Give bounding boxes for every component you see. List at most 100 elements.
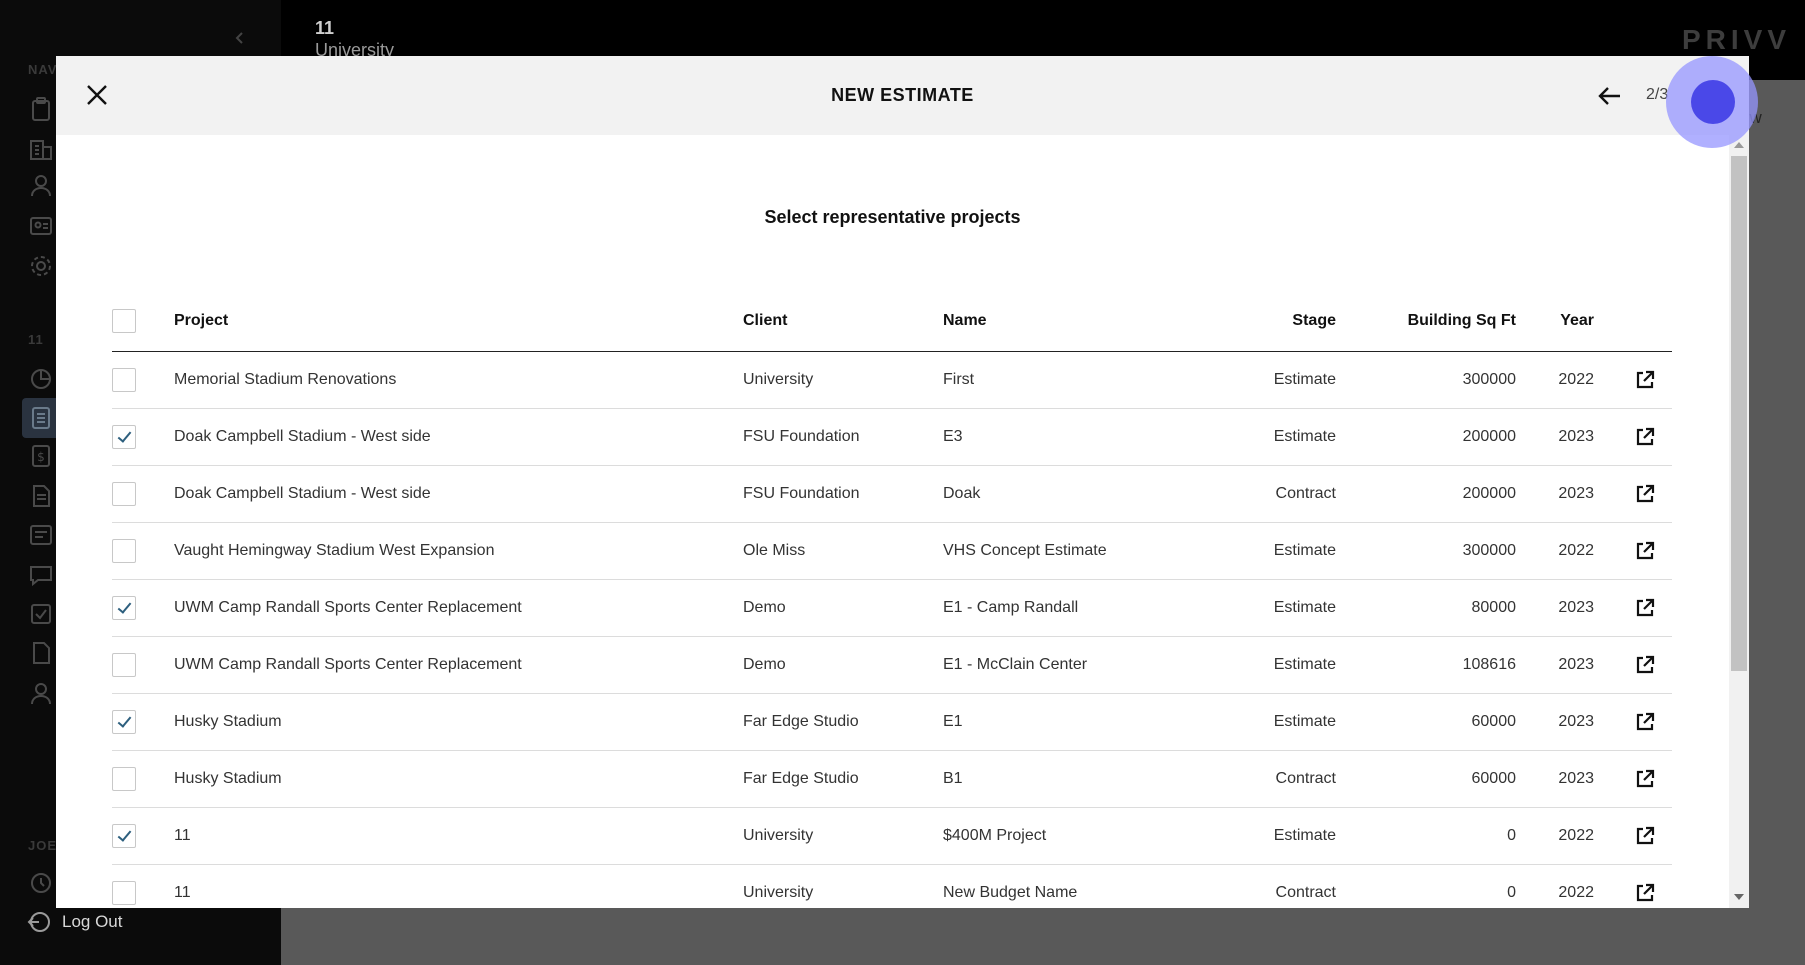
external-link-icon[interactable] [1634,882,1656,904]
logout-button[interactable]: Log Out [26,909,123,935]
select-all-checkbox[interactable] [112,309,136,334]
row-link-cell [1594,693,1672,751]
column-header-link [1594,292,1672,352]
row-select-cell [112,864,174,908]
row-checkbox[interactable] [112,424,136,449]
document-icon[interactable] [28,483,54,509]
cell-name: E3 [943,408,1212,466]
external-link-icon[interactable] [1634,825,1656,847]
file-icon[interactable] [28,640,54,666]
row-link-cell [1594,579,1672,637]
list-icon[interactable] [28,522,54,548]
table-row[interactable]: 11 University New Budget Name Contract 0 2022 [112,864,1672,908]
worker-icon[interactable] [28,172,54,198]
section-title: Select representative projects [764,207,1021,227]
row-checkbox[interactable] [112,538,136,563]
external-link-icon[interactable] [1634,654,1656,676]
column-header-project[interactable]: Project [174,292,743,352]
external-link-icon[interactable] [1634,483,1656,505]
id-card-icon[interactable] [28,212,54,238]
building-icon[interactable] [28,136,54,162]
scroll-down-arrow[interactable] [1734,894,1744,900]
cell-stage: Contract [1212,864,1336,908]
row-link-cell [1594,522,1672,580]
cell-year: 2022 [1516,351,1594,409]
logout-icon [27,912,50,932]
cell-project: Memorial Stadium Renovations [174,351,743,409]
column-header-year[interactable]: Year [1516,292,1594,352]
cell-year: 2023 [1516,579,1594,637]
dollar-doc-icon[interactable]: $ [28,443,54,469]
clock-icon[interactable] [28,870,54,896]
cell-stage: Estimate [1212,636,1336,694]
new-estimate-modal: NEW ESTIMATE 2/3 Select representative p… [56,56,1749,908]
scroll-up-arrow[interactable] [1734,142,1744,148]
cell-sqft: 80000 [1336,579,1516,637]
row-link-cell [1594,636,1672,694]
row-link-cell [1594,465,1672,523]
user-icon[interactable] [28,680,54,706]
cell-name: E1 [943,693,1212,751]
cell-name: B1 [943,750,1212,808]
projects-table: Project Client Name Stage Building Sq Ft… [112,292,1672,908]
row-checkbox[interactable] [112,481,136,506]
cell-client: University [743,351,943,409]
row-checkbox[interactable] [112,709,136,734]
table-row[interactable]: Doak Campbell Stadium - West side FSU Fou… [112,465,1672,523]
external-link-icon[interactable] [1634,426,1656,448]
cell-year: 2023 [1516,408,1594,466]
gear-icon[interactable] [28,253,54,279]
estimate-icon[interactable] [28,405,54,431]
pie-chart-icon[interactable] [28,366,54,392]
external-link-icon[interactable] [1634,369,1656,391]
cell-sqft: 300000 [1336,522,1516,580]
cell-project: 11 [174,864,743,908]
table-row[interactable]: Husky Stadium Far Edge Studio B1 Contract 60… [112,750,1672,808]
column-header-stage[interactable]: Stage [1212,292,1336,352]
table-row[interactable]: UWM Camp Randall Sports Center Replaceme… [112,579,1672,637]
cell-year: 2023 [1516,636,1594,694]
row-checkbox[interactable] [112,652,136,677]
cell-project: 11 [174,807,743,865]
external-link-icon[interactable] [1634,768,1656,790]
checkbox-icon[interactable] [28,601,54,627]
sidebar-section-label: 11 [28,332,44,347]
cell-stage: Estimate [1212,693,1336,751]
clipboard-icon[interactable] [28,96,54,122]
cell-year: 2022 [1516,807,1594,865]
row-link-cell [1594,351,1672,409]
cell-sqft: 0 [1336,864,1516,908]
external-link-icon[interactable] [1634,711,1656,733]
row-select-cell [112,636,174,694]
table-row[interactable]: Husky Stadium Far Edge Studio E1 Estimate 60… [112,693,1672,751]
row-select-cell [112,522,174,580]
cell-client: University [743,807,943,865]
chevron-left-icon[interactable] [232,30,248,46]
column-header-client[interactable]: Client [743,292,943,352]
row-checkbox[interactable] [112,823,136,848]
table-row[interactable]: UWM Camp Randall Sports Center Replaceme… [112,636,1672,694]
column-header-sqft[interactable]: Building Sq Ft [1336,292,1516,352]
table-header-row: Project Client Name Stage Building Sq Ft… [112,292,1672,352]
brand-logo: PRIVV [1682,24,1792,55]
row-checkbox[interactable] [112,595,136,620]
back-arrow-icon[interactable] [1596,82,1624,110]
column-header-name[interactable]: Name [943,292,1212,352]
cell-name: First [943,351,1212,409]
external-link-icon[interactable] [1634,597,1656,619]
table-row[interactable]: Memorial Stadium Renovations University Fi… [112,351,1672,409]
project-number: 11 [315,18,335,38]
cell-name: New Budget Name [943,864,1212,908]
row-checkbox[interactable] [112,367,136,392]
cell-stage: Estimate [1212,807,1336,865]
table-row[interactable]: Vaught Hemingway Stadium West Expansion O… [112,522,1672,580]
table-row[interactable]: 11 University $400M Project Estimate 0 2022 [112,807,1672,865]
modal-header: NEW ESTIMATE 2/3 [56,56,1749,135]
chat-icon[interactable] [28,562,54,588]
scrollbar-thumb[interactable] [1731,156,1747,671]
row-checkbox[interactable] [112,766,136,791]
table-row[interactable]: Doak Campbell Stadium - West side FSU Fou… [112,408,1672,466]
cell-name: VHS Concept Estimate [943,522,1212,580]
external-link-icon[interactable] [1634,540,1656,562]
row-checkbox[interactable] [112,880,136,905]
